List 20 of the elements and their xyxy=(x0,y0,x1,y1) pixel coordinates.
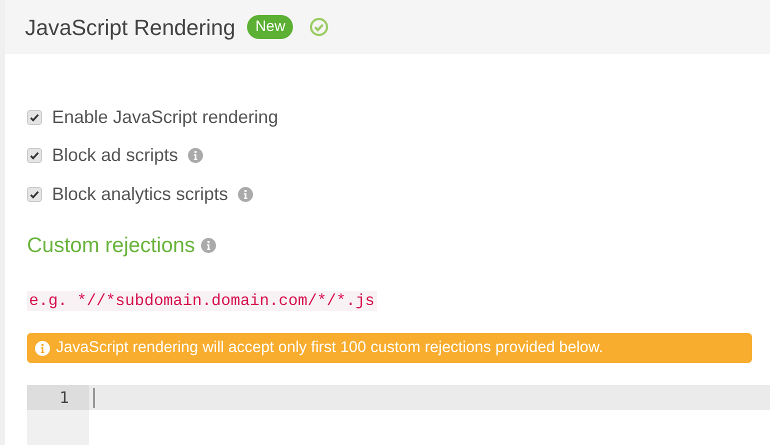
info-icon xyxy=(35,340,50,356)
option-label: Enable JavaScript rendering xyxy=(52,106,278,129)
code-editor[interactable]: 1 xyxy=(27,385,770,445)
section-heading: Custom rejections xyxy=(27,232,196,258)
option-label: Block ad scripts xyxy=(52,144,178,168)
checkbox[interactable] xyxy=(27,148,42,164)
example-code: e.g. *//*subdomain.domain.com/*/*.js xyxy=(27,291,377,311)
line-number: 1 xyxy=(27,385,89,410)
check-icon xyxy=(29,150,40,162)
section-title: JavaScript Rendering xyxy=(25,14,236,42)
text-cursor xyxy=(93,388,95,408)
option-label: Block analytics scripts xyxy=(52,182,228,206)
checkbox[interactable] xyxy=(27,110,42,125)
checkbox[interactable] xyxy=(27,186,42,202)
info-icon xyxy=(201,238,216,253)
check-icon xyxy=(29,112,40,123)
check-circle-icon xyxy=(309,17,330,37)
notice-text: JavaScript rendering will accept only first 100 custom rejections provided below. xyxy=(56,338,604,358)
check-icon xyxy=(29,188,40,200)
new-badge: New xyxy=(247,14,294,40)
